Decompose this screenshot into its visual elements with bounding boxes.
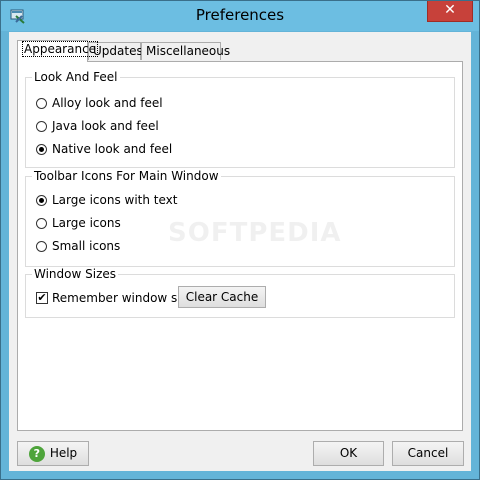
radio-java-label: Java look and feel bbox=[52, 119, 159, 133]
help-icon: ? bbox=[28, 445, 45, 462]
radio-large-icons-indicator[interactable] bbox=[36, 217, 47, 229]
toolbar-icons-group: Toolbar Icons For Main Window Large icon… bbox=[25, 169, 455, 267]
radio-large-icons-with-text-indicator[interactable] bbox=[36, 194, 47, 206]
cancel-button[interactable]: Cancel bbox=[392, 441, 464, 466]
dialog-body: Appearance Updates Miscellaneous SOFTPED… bbox=[9, 32, 471, 471]
radio-alloy-label: Alloy look and feel bbox=[52, 96, 163, 110]
look-and-feel-group: Look And Feel Alloy look and feel Java l… bbox=[25, 70, 455, 168]
preferences-window: Preferences ✕ Appearance Updates Miscell… bbox=[0, 0, 480, 480]
window-sizes-group: Window Sizes ✔ Remember window sizes Cle… bbox=[25, 267, 455, 318]
tab-updates-label: Updates bbox=[93, 44, 143, 58]
remember-window-sizes-checkbox[interactable]: ✔ Remember window sizes bbox=[36, 290, 201, 306]
radio-large-icons[interactable]: Large icons bbox=[36, 215, 121, 231]
radio-alloy-indicator[interactable] bbox=[36, 97, 47, 109]
tab-miscellaneous[interactable]: Miscellaneous bbox=[141, 42, 230, 60]
tab-miscellaneous-label: Miscellaneous bbox=[146, 44, 231, 58]
window-title: Preferences bbox=[195, 6, 285, 24]
radio-native-label: Native look and feel bbox=[52, 142, 173, 156]
tab-appearance[interactable]: Appearance bbox=[17, 40, 99, 62]
radio-java[interactable]: Java look and feel bbox=[36, 118, 159, 134]
toolbar-icons-title: Toolbar Icons For Main Window bbox=[32, 169, 221, 183]
appearance-panel: SOFTPEDIA Look And Feel Alloy look and f… bbox=[17, 61, 463, 431]
help-button-label: Help bbox=[49, 446, 78, 460]
help-button[interactable]: ? Help bbox=[17, 441, 89, 466]
ok-button[interactable]: OK bbox=[313, 441, 384, 466]
radio-large-icons-label: Large icons bbox=[52, 216, 121, 230]
close-button[interactable]: ✕ bbox=[427, 1, 473, 22]
clear-cache-button[interactable]: Clear Cache bbox=[178, 286, 266, 308]
title-bar[interactable]: Preferences ✕ bbox=[1, 1, 479, 31]
radio-alloy[interactable]: Alloy look and feel bbox=[36, 95, 163, 111]
look-and-feel-title: Look And Feel bbox=[32, 70, 120, 84]
window-sizes-title: Window Sizes bbox=[32, 267, 119, 281]
radio-small-icons-indicator[interactable] bbox=[36, 240, 47, 252]
tab-appearance-label: Appearance bbox=[22, 41, 99, 57]
checkmark-icon[interactable]: ✔ bbox=[36, 292, 48, 304]
radio-native-indicator[interactable] bbox=[36, 143, 47, 155]
radio-small-icons-label: Small icons bbox=[52, 239, 121, 253]
radio-java-indicator[interactable] bbox=[36, 120, 47, 132]
radio-native[interactable]: Native look and feel bbox=[36, 141, 172, 157]
radio-small-icons[interactable]: Small icons bbox=[36, 238, 120, 254]
radio-large-icons-with-text[interactable]: Large icons with text bbox=[36, 192, 177, 208]
radio-large-icons-with-text-label: Large icons with text bbox=[52, 193, 178, 207]
